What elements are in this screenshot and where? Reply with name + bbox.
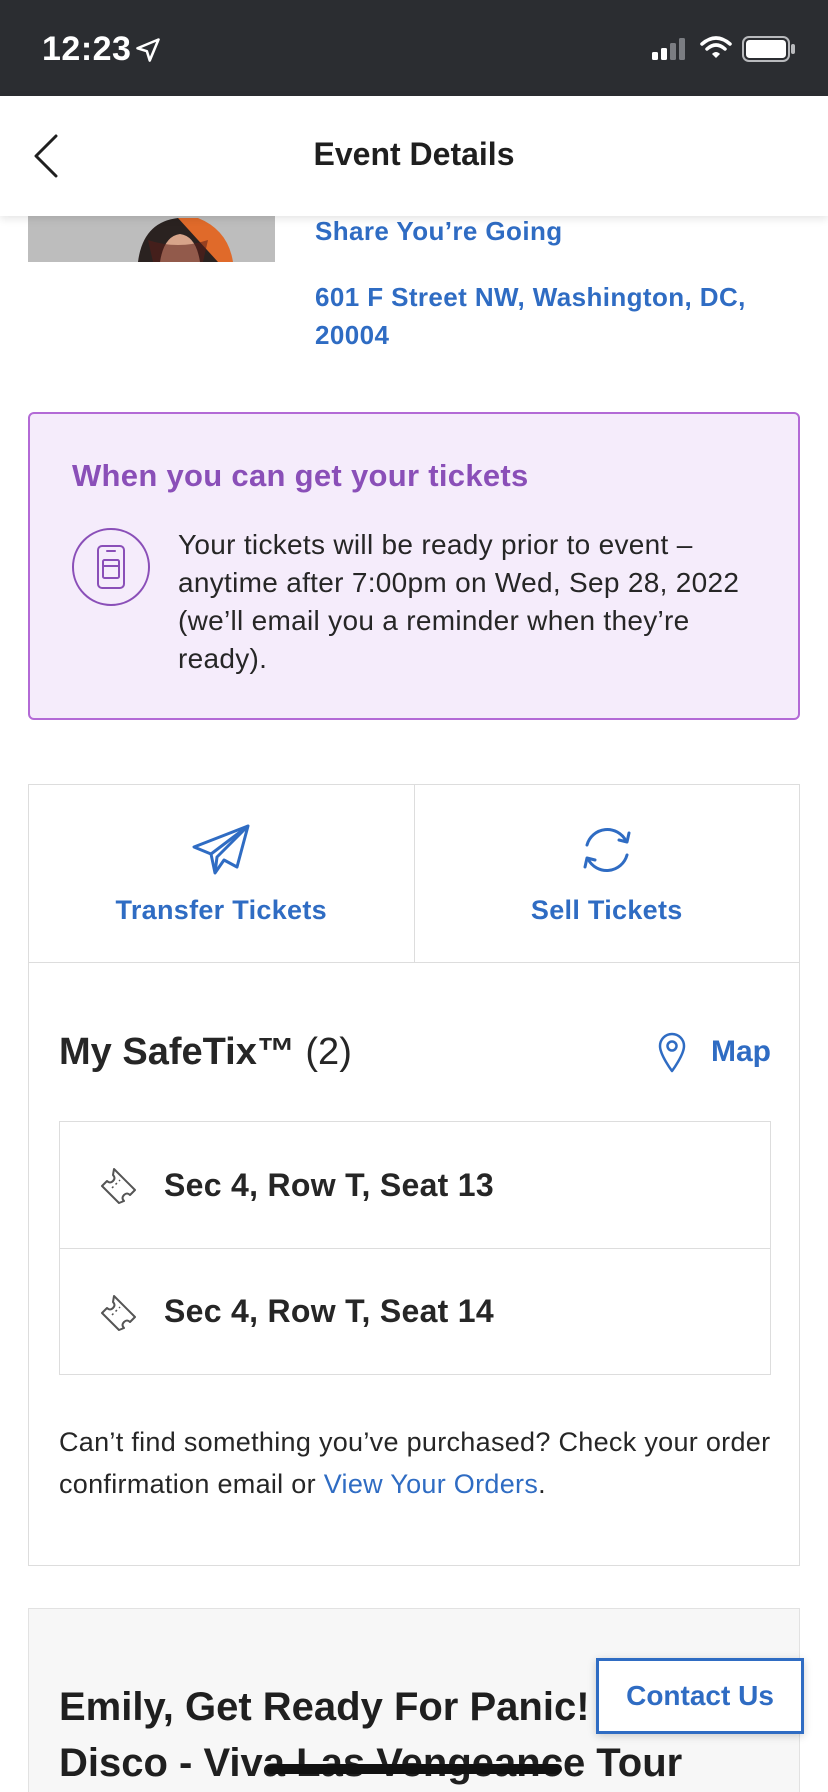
wifi-icon xyxy=(700,36,732,58)
timing-title: When you can get your tickets xyxy=(72,458,529,493)
map-link[interactable]: Map xyxy=(657,1031,771,1073)
seat-label: Sec 4, Row T, Seat 14 xyxy=(164,1293,495,1329)
battery-icon xyxy=(742,36,795,62)
status-bar: 12:23 xyxy=(0,0,828,96)
safetix-count: (2) xyxy=(305,1031,352,1073)
map-label: Map xyxy=(711,1035,771,1068)
seat-item[interactable]: Sec 4, Row T, Seat 14 xyxy=(60,1248,770,1374)
signal-icon xyxy=(652,38,685,60)
timing-description: Your tickets will be ready prior to even… xyxy=(178,529,740,674)
seat-item[interactable]: Sec 4, Row T, Seat 13 xyxy=(60,1122,770,1248)
page-title: Event Details xyxy=(313,136,515,172)
tickets-card: Transfer Tickets Sell Tickets My SafeTix… xyxy=(28,784,800,1566)
sell-tickets-label: Sell Tickets xyxy=(530,895,683,925)
ticket-actions: Transfer Tickets Sell Tickets xyxy=(29,785,799,963)
ticket-timing-notice: When you can get your tickets Your ticke… xyxy=(28,412,800,720)
contact-us-button[interactable]: Contact Us xyxy=(596,1658,804,1734)
location-arrow-icon xyxy=(136,38,160,62)
status-time: 12:23 xyxy=(42,30,132,68)
help-text: Can’t find something you’ve purchased? C… xyxy=(59,1421,779,1505)
ticket-icon xyxy=(101,1294,136,1331)
transfer-tickets-label: Transfer Tickets xyxy=(115,895,327,925)
transfer-tickets-button[interactable]: Transfer Tickets xyxy=(29,785,414,962)
share-going-link[interactable]: Share You’re Going xyxy=(315,212,563,250)
nav-header: Event Details xyxy=(0,96,828,216)
home-indicator xyxy=(266,1764,562,1774)
ticket-icon xyxy=(101,1168,136,1204)
safetix-title: My SafeTix™ xyxy=(59,1031,295,1073)
refresh-icon xyxy=(583,828,631,872)
safetix-heading: My SafeTix™ (2) xyxy=(59,1031,352,1074)
seat-list: Sec 4, Row T, Seat 13 Sec 4, Row T, Seat… xyxy=(59,1121,771,1375)
phone-ticket-icon xyxy=(72,528,150,606)
paper-plane-icon xyxy=(192,824,250,875)
seat-label: Sec 4, Row T, Seat 13 xyxy=(164,1166,495,1203)
help-suffix: . xyxy=(538,1469,546,1499)
map-pin-icon xyxy=(658,1032,686,1073)
view-orders-link[interactable]: View Your Orders xyxy=(324,1469,538,1499)
sell-tickets-button[interactable]: Sell Tickets xyxy=(413,785,800,962)
venue-address-link[interactable]: 601 F Street NW, Washington, DC, 20004 xyxy=(315,278,785,354)
